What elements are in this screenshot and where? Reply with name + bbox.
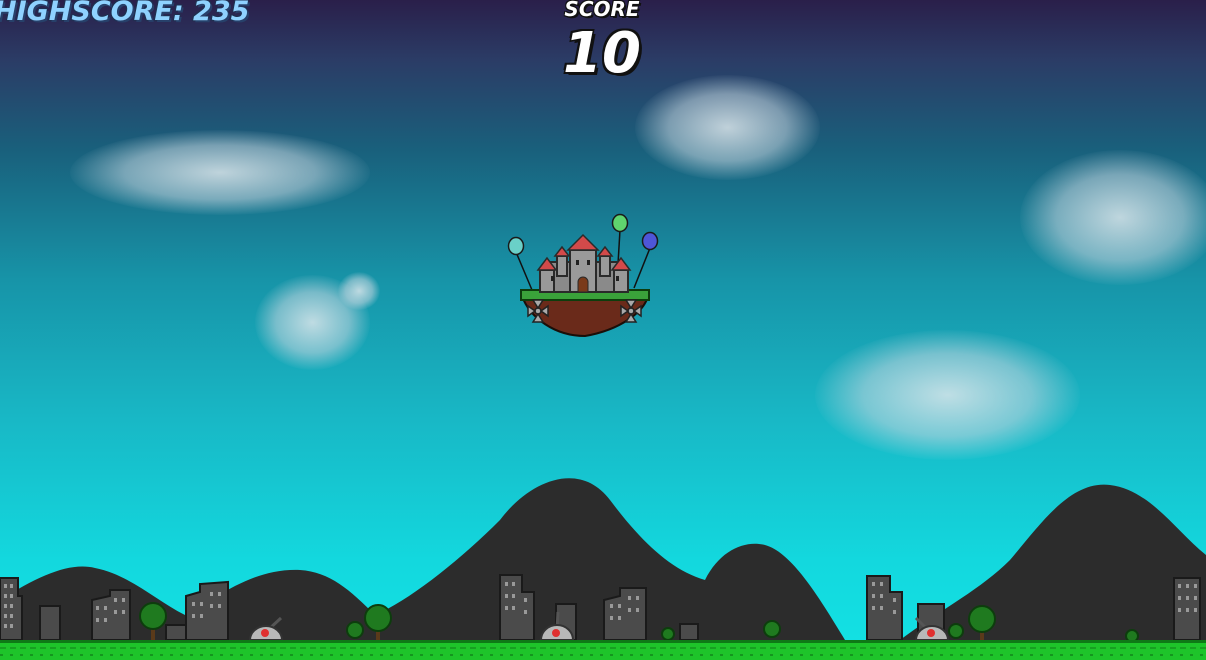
player-floating-castle <box>507 213 659 338</box>
balloon <box>507 236 525 256</box>
score-value: 10 <box>563 21 641 86</box>
balloon <box>611 213 629 233</box>
game-canvas[interactable]: HIGHSCORE: 235 SCORE 10 <box>0 0 1206 660</box>
score-label: SCORE <box>564 0 640 21</box>
landscape <box>0 213 1206 660</box>
highscore-text: HIGHSCORE: 235 <box>0 0 250 27</box>
ground-grass <box>0 640 1206 660</box>
balloon <box>641 231 659 251</box>
